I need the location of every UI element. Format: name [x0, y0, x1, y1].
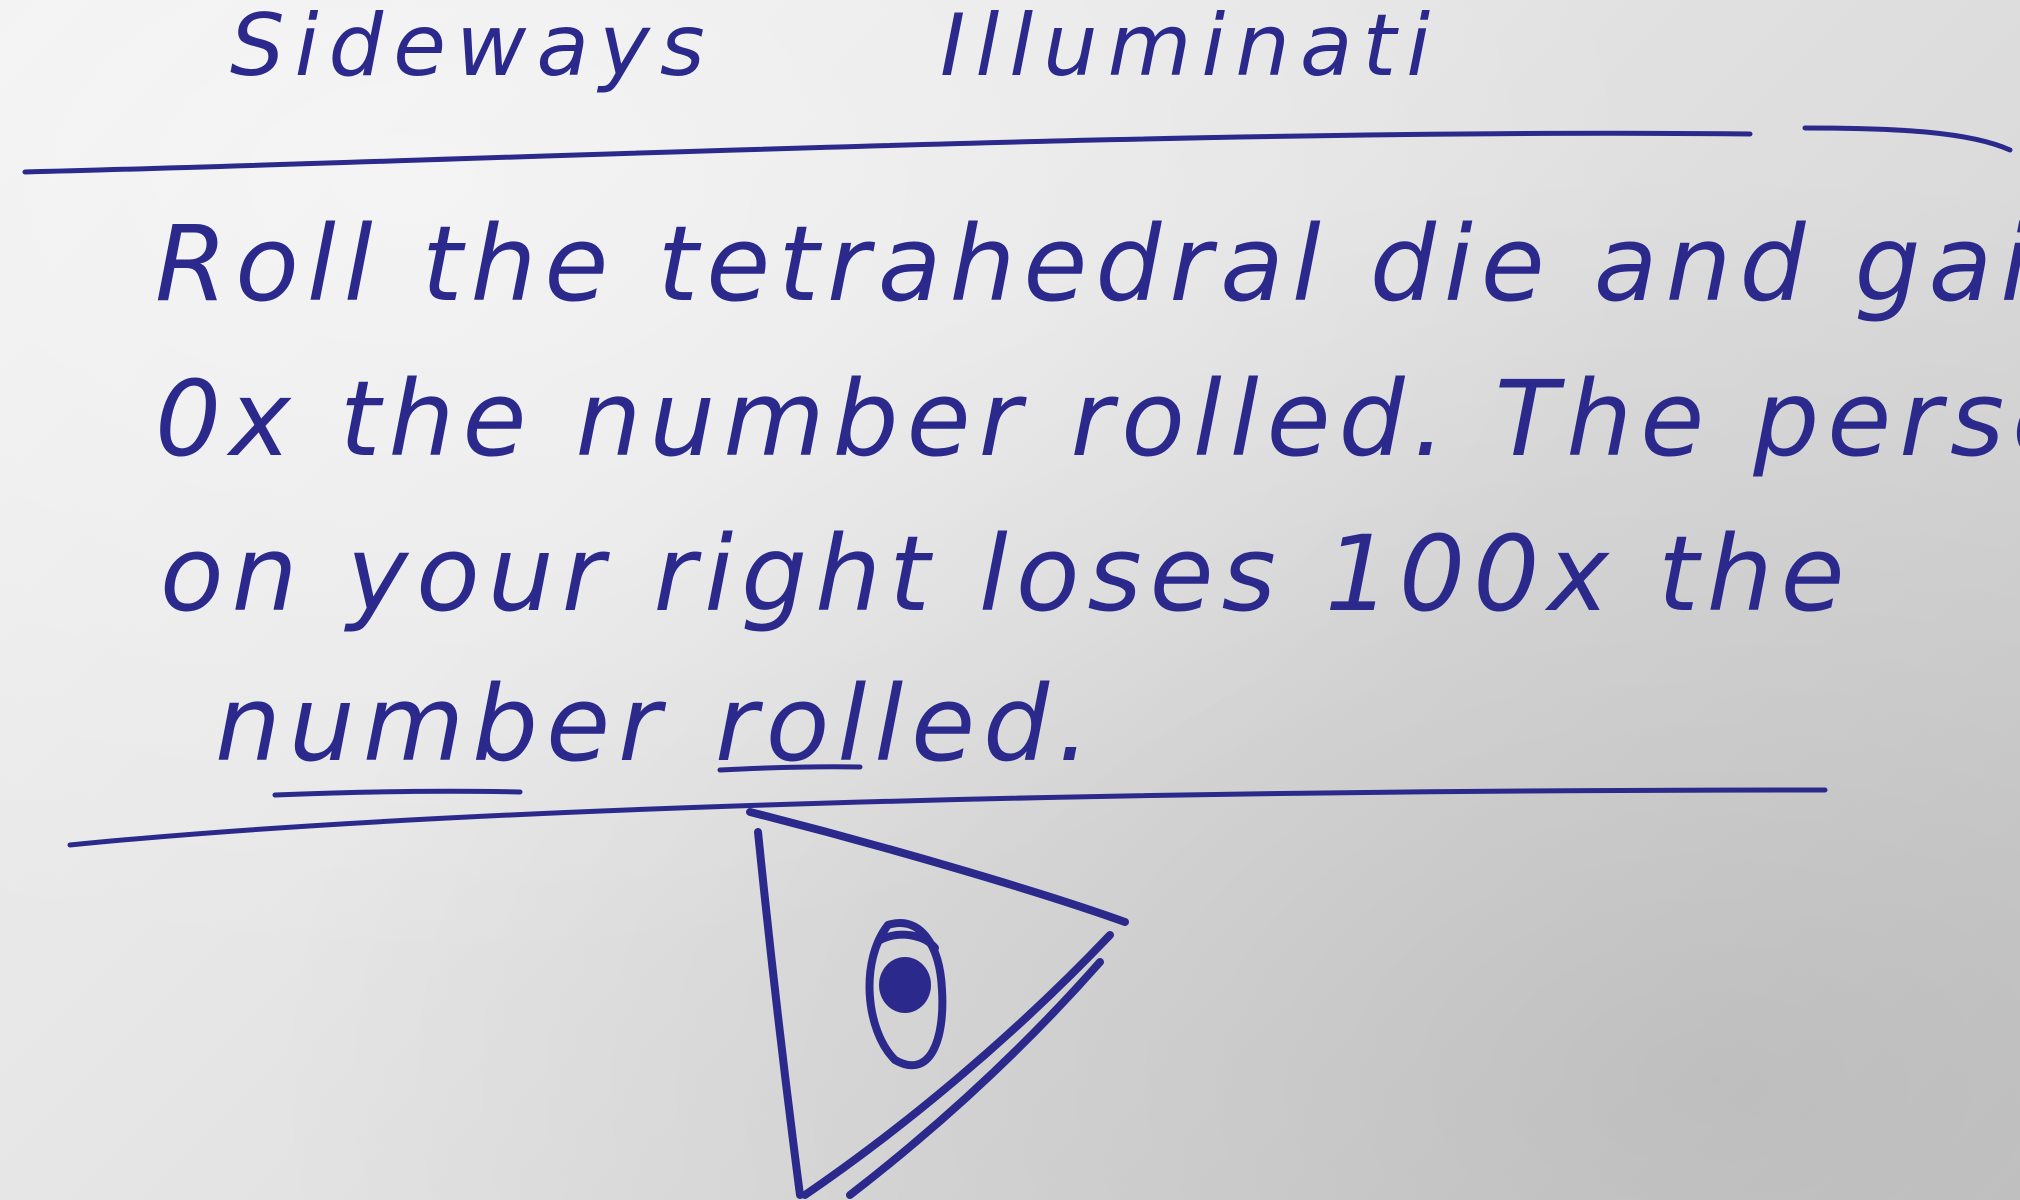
card-text-line-3: on your right loses 100x the	[160, 513, 1853, 635]
eye-pupil	[879, 957, 931, 1013]
card-title-left: Sideways	[230, 0, 715, 96]
triangle-top-edge	[746, 808, 1129, 926]
card-title-right: Illuminati	[940, 0, 1440, 96]
text-bottom-rule	[67, 787, 1828, 848]
card-text-line-2: 0x the number rolled. The person	[155, 358, 2020, 480]
underline-number	[272, 788, 523, 798]
eye-lid-line	[876, 930, 939, 952]
title-underline	[22, 125, 2013, 175]
card-text-line-1: Roll the tetrahedral die and gain	[155, 203, 2020, 325]
handwriting-layer: Sideways Illuminati Roll the tetrahedral…	[22, 0, 2020, 1199]
triangle-left-edge	[754, 828, 804, 1199]
photo-of-handwritten-card: Sideways Illuminati Roll the tetrahedral…	[0, 0, 2020, 1200]
triangle-right-edge	[801, 931, 1114, 1199]
eye-in-triangle-icon	[746, 808, 1129, 1199]
card-text-line-4-word-number: number	[215, 663, 669, 785]
